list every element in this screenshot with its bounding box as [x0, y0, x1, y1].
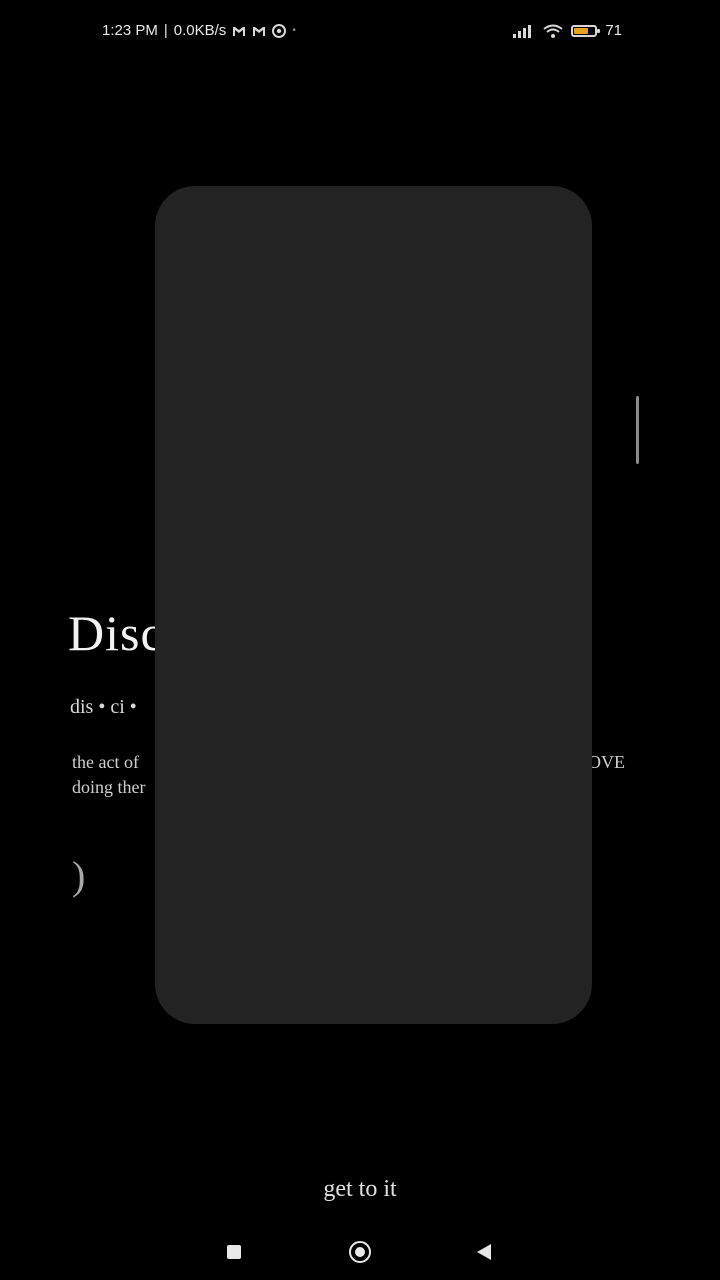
- definition-text-line1-right: OVE: [588, 752, 625, 772]
- definition-text-line2-left: doing ther: [72, 777, 146, 797]
- get-to-it-button[interactable]: get to it: [0, 1176, 720, 1203]
- overlay-card[interactable]: [155, 186, 592, 1024]
- pronunciation-text: dis • ci •: [70, 696, 137, 718]
- headword-title: Disc: [68, 605, 164, 661]
- recents-icon: [227, 1245, 241, 1259]
- home-icon-dot: [355, 1247, 365, 1257]
- paren-glyph: ): [72, 853, 86, 898]
- home-button[interactable]: [346, 1238, 374, 1266]
- navigation-bar: [0, 1228, 720, 1276]
- recents-button[interactable]: [220, 1238, 248, 1266]
- scroll-indicator[interactable]: [636, 396, 639, 464]
- home-icon: [349, 1241, 371, 1263]
- back-button[interactable]: [470, 1238, 498, 1266]
- back-icon: [477, 1244, 491, 1260]
- definition-text-line1-left: the act of: [72, 752, 139, 772]
